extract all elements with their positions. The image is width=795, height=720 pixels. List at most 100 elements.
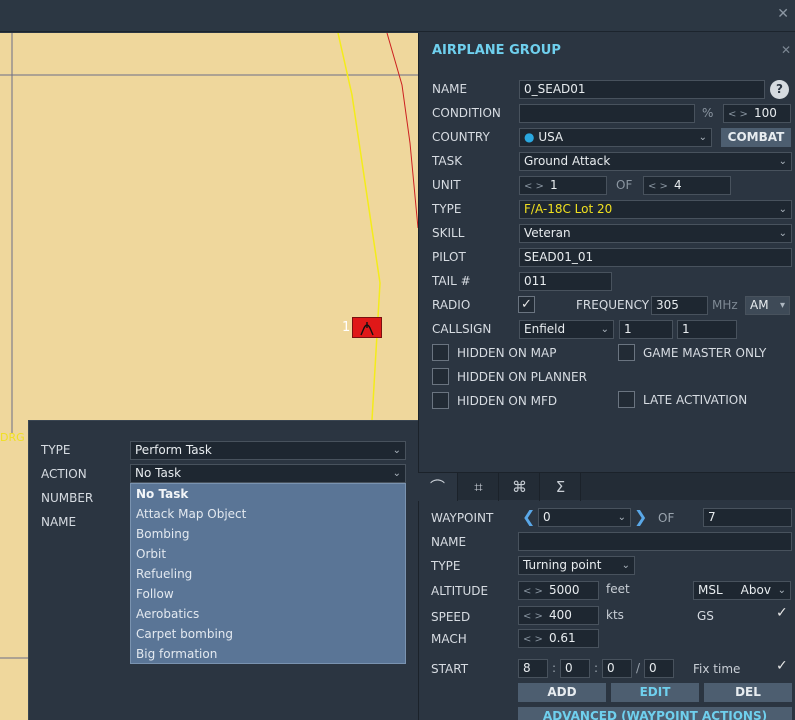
sigma-icon: Σ: [555, 478, 566, 496]
chevron-down-icon: ⌄: [778, 228, 787, 239]
game-master-only-label: GAME MASTER ONLY: [643, 346, 767, 360]
speed-label: SPEED: [431, 610, 471, 624]
waypoint-of-label: OF: [658, 511, 675, 525]
frequency-input[interactable]: 305: [651, 296, 708, 315]
condition-label: CONDITION: [432, 106, 501, 120]
hidden-on-mfd-label: HIDDEN ON MFD: [457, 394, 558, 408]
wp-type-dropdown[interactable]: Turning point ⌄: [518, 556, 635, 575]
combat-button[interactable]: COMBAT: [721, 128, 791, 147]
list-item[interactable]: Refueling: [131, 564, 405, 584]
altitude-reference-dropdown[interactable]: MSL Abov ⌄: [693, 581, 791, 600]
pilot-label: PILOT: [432, 250, 466, 264]
chevron-down-icon: ⌄: [617, 512, 626, 523]
tab-route[interactable]: ⌒: [418, 473, 458, 501]
list-item[interactable]: Follow: [131, 584, 405, 604]
route-icon: ⌒: [429, 478, 445, 496]
late-activation-checkbox[interactable]: [618, 391, 635, 408]
task-dropdown[interactable]: Ground Attack ⌄: [519, 152, 792, 171]
late-activation-label: LATE ACTIVATION: [643, 393, 748, 407]
action-label: ACTION: [41, 467, 87, 481]
waypoint-section: WAYPOINT ❮ 0 ⌄ ❯ OF 7 NAME TYPE Turning p…: [418, 501, 795, 720]
gs-checkbox[interactable]: ✓: [776, 605, 788, 621]
waypoint-dropdown[interactable]: 0 ⌄: [538, 508, 631, 527]
edit-waypoint-button[interactable]: EDIT: [611, 683, 699, 702]
skill-label: SKILL: [432, 226, 465, 240]
list-item[interactable]: No Task: [131, 484, 405, 504]
hidden-on-map-checkbox[interactable]: [432, 344, 449, 361]
help-icon[interactable]: ?: [770, 80, 789, 99]
callsign-number-2[interactable]: 1: [677, 320, 737, 339]
callsign-dropdown[interactable]: Enfield ⌄: [519, 320, 614, 339]
speed-spinner[interactable]: < >400: [518, 606, 599, 625]
list-item[interactable]: Big formation: [131, 644, 405, 664]
start-second[interactable]: 0: [644, 659, 674, 678]
task-type-label: TYPE: [41, 443, 71, 457]
pilot-input[interactable]: SEAD01_01: [519, 248, 792, 267]
unit-total-spinner[interactable]: < >4: [643, 176, 731, 195]
fix-time-checkbox[interactable]: ✓: [776, 658, 788, 674]
altitude-label: ALTITUDE: [431, 584, 489, 598]
delete-waypoint-button[interactable]: DEL: [704, 683, 792, 702]
tail-input[interactable]: 011: [519, 272, 612, 291]
tab-payload[interactable]: ⌘: [500, 473, 540, 501]
modulation-dropdown[interactable]: AM ▾: [745, 296, 790, 315]
callsign-label: CALLSIGN: [432, 322, 492, 336]
map-edge-label: DRG: [0, 431, 25, 444]
start-hour[interactable]: 0: [560, 659, 590, 678]
type-label: TYPE: [432, 202, 462, 216]
chevron-down-icon: ⌄: [698, 132, 707, 143]
add-waypoint-button[interactable]: ADD: [518, 683, 606, 702]
start-day[interactable]: 8: [518, 659, 548, 678]
name-input[interactable]: 0_SEAD01: [519, 80, 765, 99]
nodes-icon: ⌘: [512, 478, 527, 496]
list-item[interactable]: Aerobatics: [131, 604, 405, 624]
action-dropdown[interactable]: No Task ⌄: [130, 464, 406, 483]
window-titlebar: ✕: [0, 0, 795, 32]
unit-of-label: OF: [616, 178, 633, 192]
skill-dropdown[interactable]: Veteran ⌄: [519, 224, 792, 243]
radio-checkbox[interactable]: ✓: [518, 296, 535, 313]
task-type-dropdown[interactable]: Perform Task ⌄: [130, 441, 406, 460]
unit-spinner[interactable]: < >1: [519, 176, 607, 195]
advanced-actions-button[interactable]: ADVANCED (WAYPOINT ACTIONS): [518, 707, 792, 720]
airplane-icon: [360, 322, 374, 336]
spin-arrows-icon: < >: [523, 611, 543, 622]
callsign-number-1[interactable]: 1: [619, 320, 673, 339]
panel-close-icon[interactable]: ✕: [781, 43, 791, 57]
waypoint-total: 7: [703, 508, 792, 527]
condition-input[interactable]: [519, 104, 695, 123]
hidden-on-planner-checkbox[interactable]: [432, 368, 449, 385]
spin-arrows-icon: < >: [648, 181, 668, 192]
name-label: NAME: [432, 82, 468, 96]
mach-spinner[interactable]: < >0.61: [518, 629, 599, 648]
tab-triggers[interactable]: ⌗: [459, 473, 499, 501]
wp-name-input[interactable]: [518, 532, 792, 551]
prev-waypoint-icon[interactable]: ❮: [522, 507, 535, 526]
aircraft-type-dropdown[interactable]: F/A-18C Lot 20 ⌄: [519, 200, 792, 219]
list-item[interactable]: Carpet bombing: [131, 624, 405, 644]
task-name-label: NAME: [41, 515, 77, 529]
start-label: START: [431, 662, 469, 676]
country-dropdown[interactable]: ● USA ⌄: [519, 128, 712, 147]
condition-spinner[interactable]: < >100: [723, 104, 791, 123]
start-minute[interactable]: 0: [602, 659, 632, 678]
chevron-down-icon: ⌄: [621, 560, 630, 571]
chevron-down-icon: ⌄: [600, 324, 609, 335]
speed-unit: kts: [606, 608, 624, 622]
tab-summary[interactable]: Σ: [541, 473, 581, 501]
aircraft-unit-marker[interactable]: [352, 317, 382, 338]
spin-arrows-icon[interactable]: < >: [728, 109, 748, 120]
list-item[interactable]: Orbit: [131, 544, 405, 564]
list-item[interactable]: Attack Map Object: [131, 504, 405, 524]
close-icon[interactable]: ✕: [777, 6, 789, 22]
fix-time-label: Fix time: [693, 662, 741, 676]
hidden-on-mfd-checkbox[interactable]: [432, 392, 449, 409]
list-item[interactable]: Bombing: [131, 524, 405, 544]
waypoint-label: WAYPOINT: [431, 511, 494, 525]
altitude-spinner[interactable]: < >5000: [518, 581, 599, 600]
game-master-only-checkbox[interactable]: [618, 344, 635, 361]
wp-name-label: NAME: [431, 535, 467, 549]
frequency-label: FREQUENCY: [576, 298, 650, 312]
next-waypoint-icon[interactable]: ❯: [634, 507, 647, 526]
number-label: NUMBER: [41, 491, 94, 505]
